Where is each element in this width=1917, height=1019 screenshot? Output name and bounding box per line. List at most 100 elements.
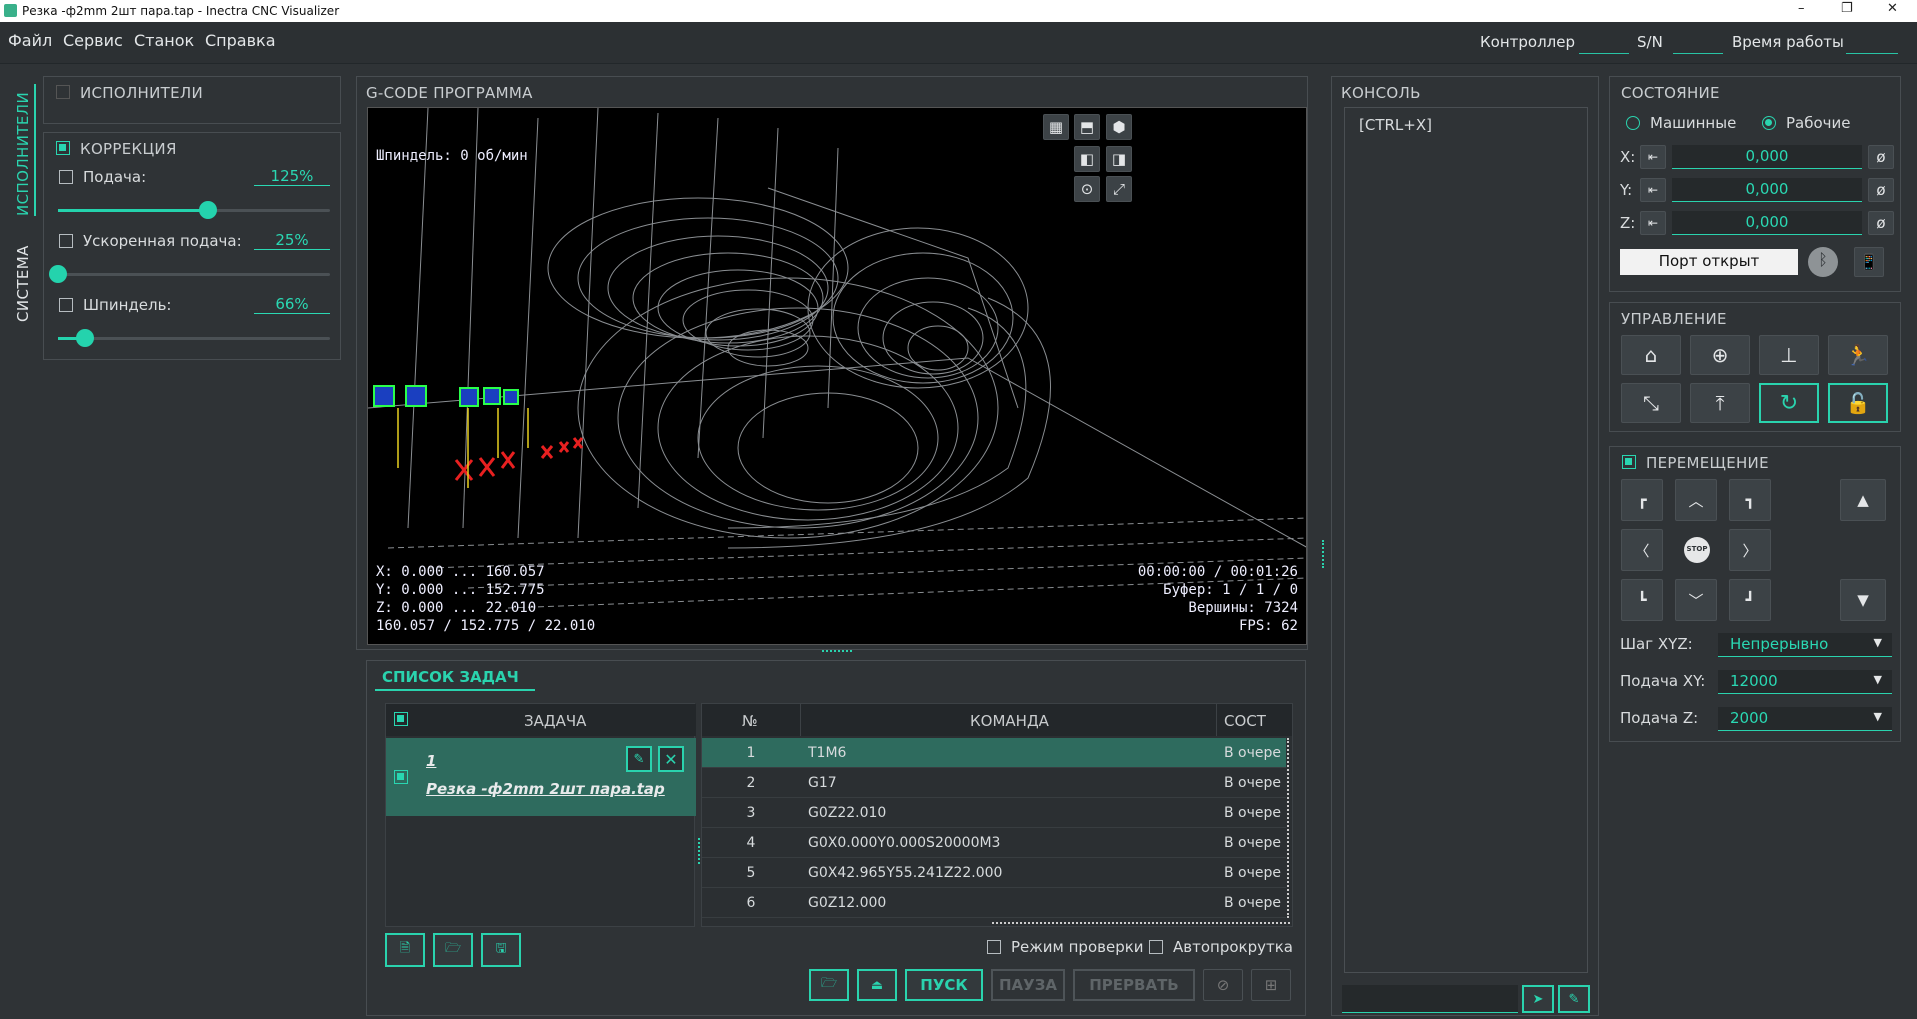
axis-x-zero-button[interactable]: ø [1868, 145, 1894, 169]
task-checkbox[interactable] [394, 770, 408, 784]
no-probe-button[interactable]: ⊘ [1203, 969, 1243, 1001]
pause-button[interactable]: ПАУЗА [991, 969, 1065, 1001]
jog-z-down-button[interactable]: ▼ [1840, 579, 1886, 621]
run-to-button[interactable]: 🏃 [1828, 335, 1888, 375]
stop-button[interactable]: STOP [1684, 537, 1710, 563]
edit-task-button[interactable]: ✎ [626, 746, 652, 772]
iso-view-button[interactable]: ⬢ [1106, 114, 1132, 140]
spindle-slider-handle[interactable] [76, 329, 94, 347]
fullscreen-button[interactable]: ⤢ [1106, 176, 1132, 202]
port-status[interactable]: Порт открыт [1620, 249, 1798, 275]
axis-x-home-button[interactable]: ⇤ [1640, 145, 1666, 169]
console-output[interactable]: [CTRL+X] [1344, 107, 1588, 973]
right-view-button[interactable]: ◨ [1106, 146, 1132, 172]
vertical-splitter[interactable] [1322, 540, 1326, 568]
grid-view-button[interactable]: ▦ [1043, 114, 1069, 140]
feed-slider-handle[interactable] [199, 201, 217, 219]
rapid-slider[interactable] [58, 273, 330, 276]
spindle-slider[interactable] [58, 337, 330, 340]
unlock-button[interactable]: 🔓 [1828, 383, 1888, 423]
set-origin-button[interactable]: ⤡ [1621, 383, 1681, 423]
horizontal-splitter[interactable] [822, 650, 852, 654]
autoscroll-checkbox[interactable] [1149, 940, 1163, 954]
horizontal-scrollbar[interactable] [992, 922, 1290, 926]
home-all-button[interactable]: ⌂ [1621, 335, 1681, 375]
axis-y-home-button[interactable]: ⇤ [1640, 178, 1666, 202]
select-all-tasks-checkbox[interactable] [394, 712, 408, 726]
axis-z-home-button[interactable]: ⇤ [1640, 211, 1666, 235]
correction-checkbox[interactable] [56, 141, 70, 155]
feed-value[interactable]: 125% [254, 167, 330, 186]
tasks-tab[interactable]: СПИСОК ЗАДАЧ [375, 665, 535, 691]
add-task-button[interactable]: 🗎 [385, 933, 425, 967]
console-input[interactable] [1342, 985, 1518, 1013]
task-item[interactable]: 1 Резка -ф2mm 2шт пара.tap ✎ ✕ [386, 738, 696, 816]
axis-z-zero-button[interactable]: ø [1868, 211, 1894, 235]
axis-y-zero-button[interactable]: ø [1868, 178, 1894, 202]
jog-down-button[interactable]: ﹀ [1675, 579, 1717, 621]
minimize-button[interactable]: – [1798, 1, 1805, 16]
menu-file[interactable]: Файл [8, 31, 52, 50]
mobile-icon[interactable]: 📱 [1854, 247, 1884, 277]
check-mode-checkbox[interactable] [987, 940, 1001, 954]
gcode-viewport[interactable]: Шпиндель: 0 об/мин ▦ ⬒ ⬢ ◧ ◨ ⊙ ⤢ X: 0.00… [367, 107, 1307, 645]
executors-checkbox[interactable] [56, 85, 70, 99]
menu-machine[interactable]: Станок [134, 31, 194, 50]
axis-z-value[interactable]: 0,000 [1672, 211, 1862, 235]
rapid-checkbox[interactable] [59, 234, 73, 248]
feedxy-select[interactable]: 12000 ▼ [1718, 670, 1892, 694]
send-button[interactable]: ➤ [1522, 985, 1554, 1013]
jog-z-up-button[interactable]: ▲ [1840, 479, 1886, 521]
spindle-value[interactable]: 66% [254, 295, 330, 314]
step-select[interactable]: Непрерывно ▼ [1718, 633, 1892, 657]
work-coords-radio[interactable] [1762, 116, 1776, 130]
jog-up-left-button[interactable]: ┏ [1621, 479, 1663, 521]
upload-button[interactable]: ⏏ [857, 969, 897, 1001]
left-view-button[interactable]: ◧ [1074, 146, 1100, 172]
feedz-select[interactable]: 2000 ▼ [1718, 707, 1892, 731]
tab-executors[interactable]: ИСПОЛНИТЕЛИ [14, 92, 32, 216]
menu-help[interactable]: Справка [205, 31, 276, 50]
menu-service[interactable]: Сервис [63, 31, 123, 50]
abort-button[interactable]: ПРЕРВАТЬ [1073, 969, 1195, 1001]
maximize-button[interactable]: ❐ [1841, 1, 1853, 16]
home-search-button[interactable]: ⊕ [1690, 335, 1750, 375]
safe-z-button[interactable]: ⤒ [1690, 383, 1750, 423]
reset-button[interactable]: ↻ [1759, 383, 1819, 423]
col-state: СОСТ [1224, 712, 1266, 730]
start-button[interactable]: ПУСК [905, 969, 983, 1001]
probe-z-button[interactable]: ⊥ [1759, 335, 1819, 375]
command-row[interactable]: 5 G0X42.965Y55.241Z22.000 В очере [702, 858, 1286, 888]
command-row[interactable]: 4 G0X0.000Y0.000S20000M3 В очере [702, 828, 1286, 858]
axis-y-value[interactable]: 0,000 [1672, 178, 1862, 202]
jog-up-button[interactable]: ︿ [1675, 479, 1717, 521]
vertical-scrollbar[interactable] [1287, 738, 1291, 918]
jog-down-left-button[interactable]: ┗ [1621, 579, 1663, 621]
clear-console-button[interactable]: ✎ [1558, 985, 1590, 1013]
command-row[interactable]: 3 G0Z22.010 В очере [702, 798, 1286, 828]
jog-left-button[interactable]: 〈 [1621, 529, 1663, 571]
delete-task-button[interactable]: ✕ [658, 746, 684, 772]
save-task-button[interactable]: 🖫 [481, 933, 521, 967]
jog-right-button[interactable]: 〉 [1729, 529, 1771, 571]
axis-x-value[interactable]: 0,000 [1672, 145, 1862, 169]
close-button[interactable]: ✕ [1887, 1, 1898, 16]
tab-system[interactable]: СИСТЕМА [14, 245, 32, 322]
command-row[interactable]: 1 T1M6 В очере [702, 738, 1286, 768]
bluetooth-icon[interactable]: ᛒ [1808, 247, 1838, 277]
move-checkbox[interactable] [1622, 455, 1636, 469]
open-file-button[interactable]: 🗁 [809, 969, 849, 1001]
rapid-value[interactable]: 25% [254, 231, 330, 250]
open-task-button[interactable]: 🗁 [433, 933, 473, 967]
machine-coords-radio[interactable] [1626, 116, 1640, 130]
command-row[interactable]: 2 G17 В очере [702, 768, 1286, 798]
top-view-button[interactable]: ⬒ [1074, 114, 1100, 140]
jog-up-right-button[interactable]: ┓ [1729, 479, 1771, 521]
jog-down-right-button[interactable]: ┛ [1729, 579, 1771, 621]
rapid-slider-handle[interactable] [49, 265, 67, 283]
fit-view-button[interactable]: ⊙ [1074, 176, 1100, 202]
command-row[interactable]: 6 G0Z12.000 В очере [702, 888, 1286, 918]
spindle-checkbox[interactable] [59, 298, 73, 312]
frame-button[interactable]: ⊞ [1251, 969, 1291, 1001]
feed-checkbox[interactable] [59, 170, 73, 184]
